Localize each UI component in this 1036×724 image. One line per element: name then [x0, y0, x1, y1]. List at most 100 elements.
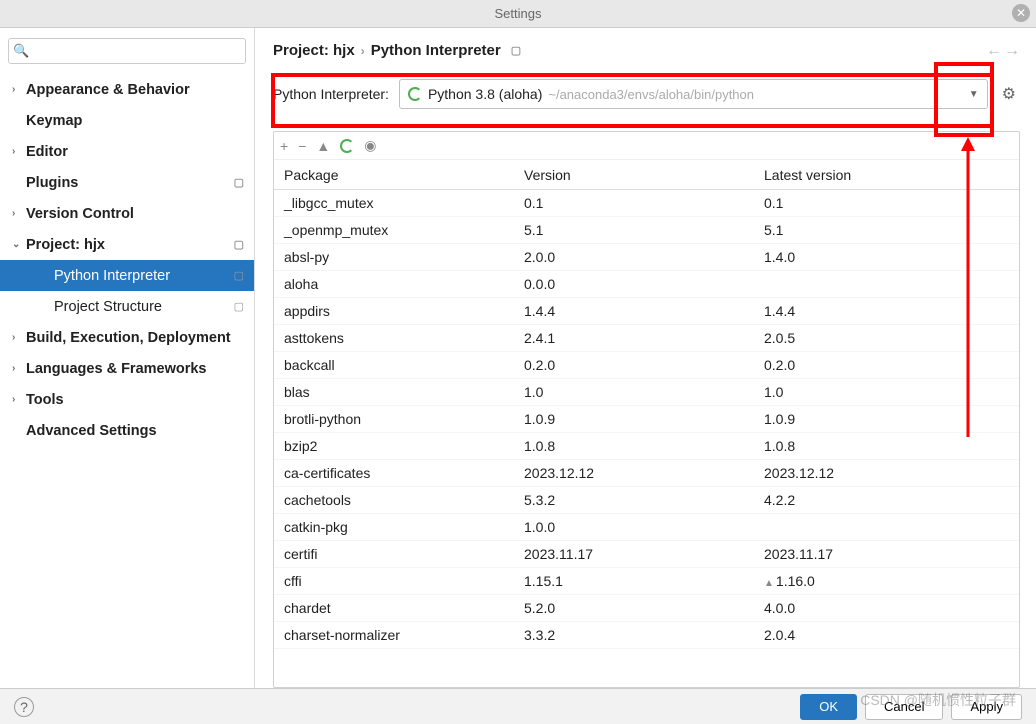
add-package-icon[interactable]: +	[280, 138, 288, 154]
interpreter-label: Python Interpreter:	[273, 86, 389, 102]
titlebar: Settings ✕	[0, 0, 1036, 28]
ok-button[interactable]: OK	[800, 694, 857, 720]
pkg-version: 1.15.1	[514, 573, 754, 589]
sidebar-item-label: Advanced Settings	[26, 423, 157, 439]
pkg-version: 1.0.0	[514, 519, 754, 535]
sidebar-item-project-structure[interactable]: Project Structure ▢	[0, 291, 254, 322]
close-icon[interactable]: ✕	[1012, 4, 1030, 22]
table-row[interactable]: ca-certificates2023.12.122023.12.12	[274, 460, 1019, 487]
sidebar-item-label: Editor	[26, 144, 68, 160]
breadcrumb-root[interactable]: Project: hjx	[273, 42, 355, 59]
chevron-icon: ›	[12, 84, 26, 95]
sidebar-item-label: Project Structure	[54, 299, 162, 315]
python-icon	[408, 87, 422, 101]
sidebar-item-editor[interactable]: ›Editor	[0, 136, 254, 167]
pkg-version: 1.4.4	[514, 303, 754, 319]
nav-arrows: ← →	[986, 42, 1020, 60]
table-row[interactable]: chardet5.2.04.0.0	[274, 595, 1019, 622]
sidebar: 🔍 ›Appearance & BehaviorKeymap›EditorPlu…	[0, 28, 255, 688]
pkg-name: cachetools	[274, 492, 514, 508]
table-row[interactable]: bzip21.0.81.0.8	[274, 433, 1019, 460]
sidebar-item-label: Version Control	[26, 206, 134, 222]
pkg-version: 1.0	[514, 384, 754, 400]
pkg-latest: 2.0.4	[754, 627, 1019, 643]
table-row[interactable]: asttokens2.4.12.0.5	[274, 325, 1019, 352]
table-row[interactable]: _openmp_mutex5.15.1	[274, 217, 1019, 244]
sidebar-item-languages-frameworks[interactable]: ›Languages & Frameworks	[0, 353, 254, 384]
table-row[interactable]: brotli-python1.0.91.0.9	[274, 406, 1019, 433]
table-row[interactable]: absl-py2.0.01.4.0	[274, 244, 1019, 271]
header-package[interactable]: Package	[274, 167, 514, 183]
pkg-name: brotli-python	[274, 411, 514, 427]
module-icon: ▢	[234, 300, 244, 313]
pkg-name: chardet	[274, 600, 514, 616]
gear-icon[interactable]: ⚙	[998, 84, 1020, 104]
cancel-button[interactable]: Cancel	[865, 694, 943, 720]
pkg-version: 1.0.8	[514, 438, 754, 454]
interpreter-row: Python Interpreter: Python 3.8 (aloha) ~…	[273, 79, 1020, 109]
sidebar-item-python-interpreter[interactable]: Python Interpreter▢	[0, 260, 254, 291]
sidebar-item-appearance-behavior[interactable]: ›Appearance & Behavior	[0, 74, 254, 105]
sidebar-item-advanced-settings[interactable]: Advanced Settings	[0, 415, 254, 446]
table-row[interactable]: blas1.01.0	[274, 379, 1019, 406]
pkg-latest: 2023.12.12	[754, 465, 1019, 481]
table-row[interactable]: aloha0.0.0	[274, 271, 1019, 298]
upgrade-package-icon[interactable]: ▲	[316, 138, 330, 154]
sidebar-item-label: Tools	[26, 392, 64, 408]
main-panel: ← → Project: hjx › Python Interpreter ▢ …	[255, 28, 1036, 688]
pkg-version: 5.1	[514, 222, 754, 238]
sidebar-item-version-control[interactable]: ›Version Control	[0, 198, 254, 229]
search-box: 🔍	[8, 38, 246, 64]
interpreter-path: ~/anaconda3/envs/aloha/bin/python	[548, 87, 754, 102]
pkg-name: absl-py	[274, 249, 514, 265]
interpreter-name: Python 3.8 (aloha)	[428, 86, 542, 102]
pkg-name: bzip2	[274, 438, 514, 454]
settings-tree: ›Appearance & BehaviorKeymap›EditorPlugi…	[0, 70, 254, 688]
packages-toolbar: + − ▲ ◉	[274, 132, 1019, 160]
table-row[interactable]: certifi2023.11.172023.11.17	[274, 541, 1019, 568]
table-row[interactable]: _libgcc_mutex0.10.1	[274, 190, 1019, 217]
pkg-latest: 1.0	[754, 384, 1019, 400]
module-icon: ▢	[234, 269, 244, 282]
nav-back-icon[interactable]: ←	[986, 42, 1002, 60]
sidebar-item-build-execution-deployment[interactable]: ›Build, Execution, Deployment	[0, 322, 254, 353]
pkg-name: charset-normalizer	[274, 627, 514, 643]
table-row[interactable]: catkin-pkg1.0.0	[274, 514, 1019, 541]
pkg-version: 2.0.0	[514, 249, 754, 265]
refresh-icon[interactable]	[340, 139, 354, 153]
help-icon[interactable]: ?	[14, 697, 34, 717]
pkg-latest: 1.4.4	[754, 303, 1019, 319]
eye-icon[interactable]: ◉	[364, 137, 376, 154]
pkg-name: certifi	[274, 546, 514, 562]
window-title: Settings	[495, 6, 542, 21]
apply-button[interactable]: Apply	[951, 694, 1022, 720]
sidebar-item-tools[interactable]: ›Tools	[0, 384, 254, 415]
sidebar-item-keymap[interactable]: Keymap	[0, 105, 254, 136]
table-row[interactable]: charset-normalizer3.3.22.0.4	[274, 622, 1019, 649]
header-latest[interactable]: Latest version	[754, 167, 1019, 183]
upgrade-arrow-icon: ▲	[764, 578, 774, 589]
footer: ? OK Cancel Apply	[0, 688, 1036, 724]
search-input[interactable]	[8, 38, 246, 64]
remove-package-icon[interactable]: −	[298, 138, 306, 154]
pkg-latest: 2023.11.17	[754, 546, 1019, 562]
nav-forward-icon[interactable]: →	[1004, 42, 1020, 60]
pkg-version: 1.0.9	[514, 411, 754, 427]
pkg-name: asttokens	[274, 330, 514, 346]
sidebar-item-plugins[interactable]: Plugins▢	[0, 167, 254, 198]
table-row[interactable]: appdirs1.4.41.4.4	[274, 298, 1019, 325]
header-version[interactable]: Version	[514, 167, 754, 183]
pkg-name: appdirs	[274, 303, 514, 319]
chevron-icon: ›	[12, 394, 26, 405]
table-row[interactable]: backcall0.2.00.2.0	[274, 352, 1019, 379]
pkg-name: ca-certificates	[274, 465, 514, 481]
packages-panel: + − ▲ ◉ Package Version Latest version _…	[273, 131, 1020, 688]
chevron-icon: ›	[12, 332, 26, 343]
chevron-down-icon: ▼	[969, 89, 979, 100]
pkg-latest: 4.2.2	[754, 492, 1019, 508]
table-row[interactable]: cachetools5.3.24.2.2	[274, 487, 1019, 514]
interpreter-dropdown[interactable]: Python 3.8 (aloha) ~/anaconda3/envs/aloh…	[399, 79, 988, 109]
table-row[interactable]: cffi1.15.1▲1.16.0	[274, 568, 1019, 595]
chevron-icon: ›	[12, 363, 26, 374]
sidebar-item-project-hjx[interactable]: ⌄Project: hjx▢	[0, 229, 254, 260]
